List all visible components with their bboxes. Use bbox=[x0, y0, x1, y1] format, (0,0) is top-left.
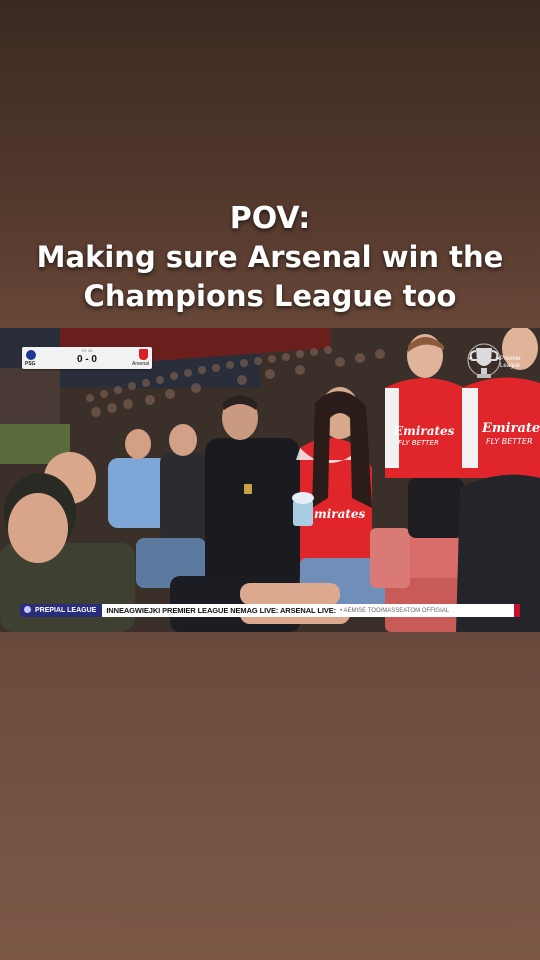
logo-text-line-1: Premier bbox=[500, 356, 521, 362]
ticker-tail: • AEMISE TOO/MASSEATOM OFFIGIAL bbox=[340, 607, 450, 614]
broadcast-frame[interactable]: Emirates FLY BETTER Emirates FLY BETTER … bbox=[0, 328, 540, 632]
scorebug: HT 26 PSG 0 - 0 Arsenal bbox=[22, 347, 152, 369]
ticker-headline: INNEAGWIEJKI PREMIER LEAGUE NEMAG LIVE: … bbox=[106, 606, 337, 615]
video-caption: POV: Making sure Arsenal win the Champio… bbox=[0, 200, 540, 316]
caption-line-2: Making sure Arsenal win the bbox=[36, 240, 504, 274]
champions-league-trophy-icon: ★ ★ Premier League bbox=[467, 343, 521, 378]
shirt-slogan-1: FLY BETTER bbox=[398, 439, 439, 447]
ticker-badge: PREPIAL LEAGUE bbox=[20, 604, 103, 617]
premier-league-icon bbox=[24, 606, 31, 613]
caption-line-3: Champions League too bbox=[83, 279, 457, 313]
shirt-sponsor-2: Emirates bbox=[481, 421, 540, 436]
news-ticker: PREPIAL LEAGUE INNEAGWIEJKI PREMIER LEAG… bbox=[20, 604, 520, 617]
logo-text-line-2: League bbox=[500, 363, 521, 369]
stadium-crowd-scene: Emirates FLY BETTER Emirates FLY BETTER … bbox=[0, 328, 540, 632]
caption-line-1: POV: bbox=[229, 201, 311, 236]
ticker-end-cap bbox=[514, 604, 520, 617]
shirt-slogan-2: FLY BETTER bbox=[486, 437, 533, 446]
shirt-sponsor-1: Emirates bbox=[393, 424, 455, 438]
arsenal-crest-icon bbox=[139, 349, 148, 360]
ticker-badge-label: PREPIAL LEAGUE bbox=[35, 607, 97, 614]
svg-text:★: ★ bbox=[468, 356, 473, 362]
away-team-name: Arsenal bbox=[132, 361, 149, 367]
shirt-sponsor-3: mirates bbox=[314, 507, 366, 521]
match-minute: HT 26 bbox=[81, 348, 93, 353]
